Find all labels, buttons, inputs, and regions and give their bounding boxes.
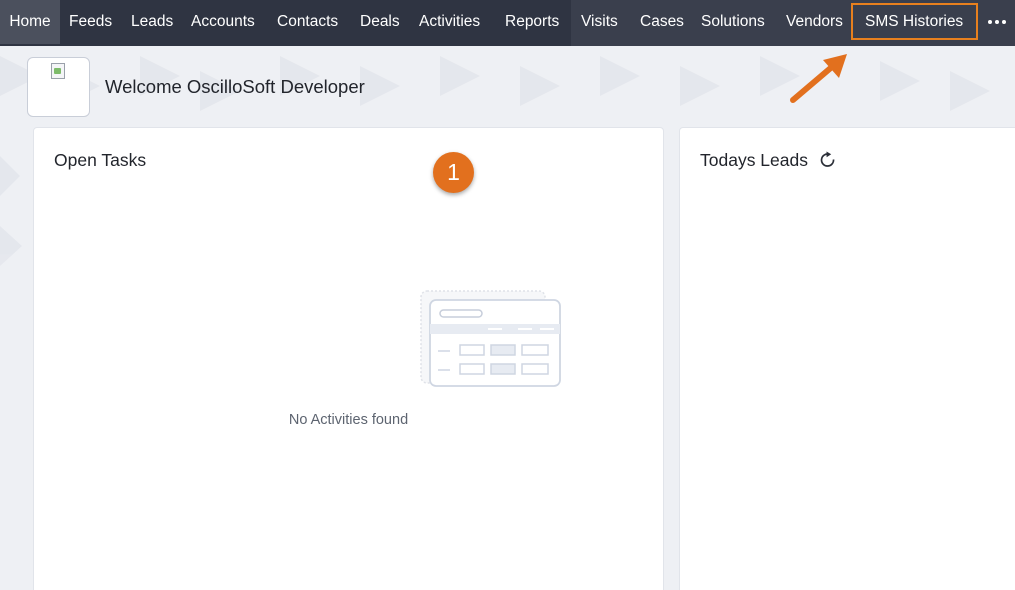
nav-item-contacts[interactable]: Contacts [277,0,338,44]
nav-item-vendors[interactable]: Vendors [786,0,843,44]
nav-item-feeds[interactable]: Feeds [69,0,112,44]
nav-item-sms-histories[interactable]: SMS Histories [865,0,963,44]
empty-state-text: No Activities found [288,412,409,428]
todays-leads-card: Todays Leads [679,127,1015,590]
todays-leads-title: Todays Leads [700,150,808,170]
nav-item-home[interactable]: Home [0,0,60,44]
empty-table-illustration-icon [420,290,561,387]
refresh-icon[interactable] [818,150,838,170]
nav-item-leads[interactable]: Leads [131,0,173,44]
nav-item-deals[interactable]: Deals [360,0,400,44]
welcome-text: Welcome OscilloSoft Developer [105,76,365,97]
step-number-badge: 1 [433,152,474,193]
nav-item-activities[interactable]: Activities [419,0,480,44]
more-horizontal-icon[interactable] [983,8,1011,36]
avatar[interactable] [27,57,90,117]
nav-item-visits[interactable]: Visits [581,0,618,44]
nav-item-cases[interactable]: Cases [640,0,684,44]
nav-item-accounts[interactable]: Accounts [191,0,255,44]
nav-item-solutions[interactable]: Solutions [701,0,765,44]
open-tasks-card: Open Tasks [33,127,664,590]
broken-image-icon [51,63,65,79]
nav-item-reports[interactable]: Reports [505,0,559,44]
open-tasks-title: Open Tasks [54,150,147,170]
